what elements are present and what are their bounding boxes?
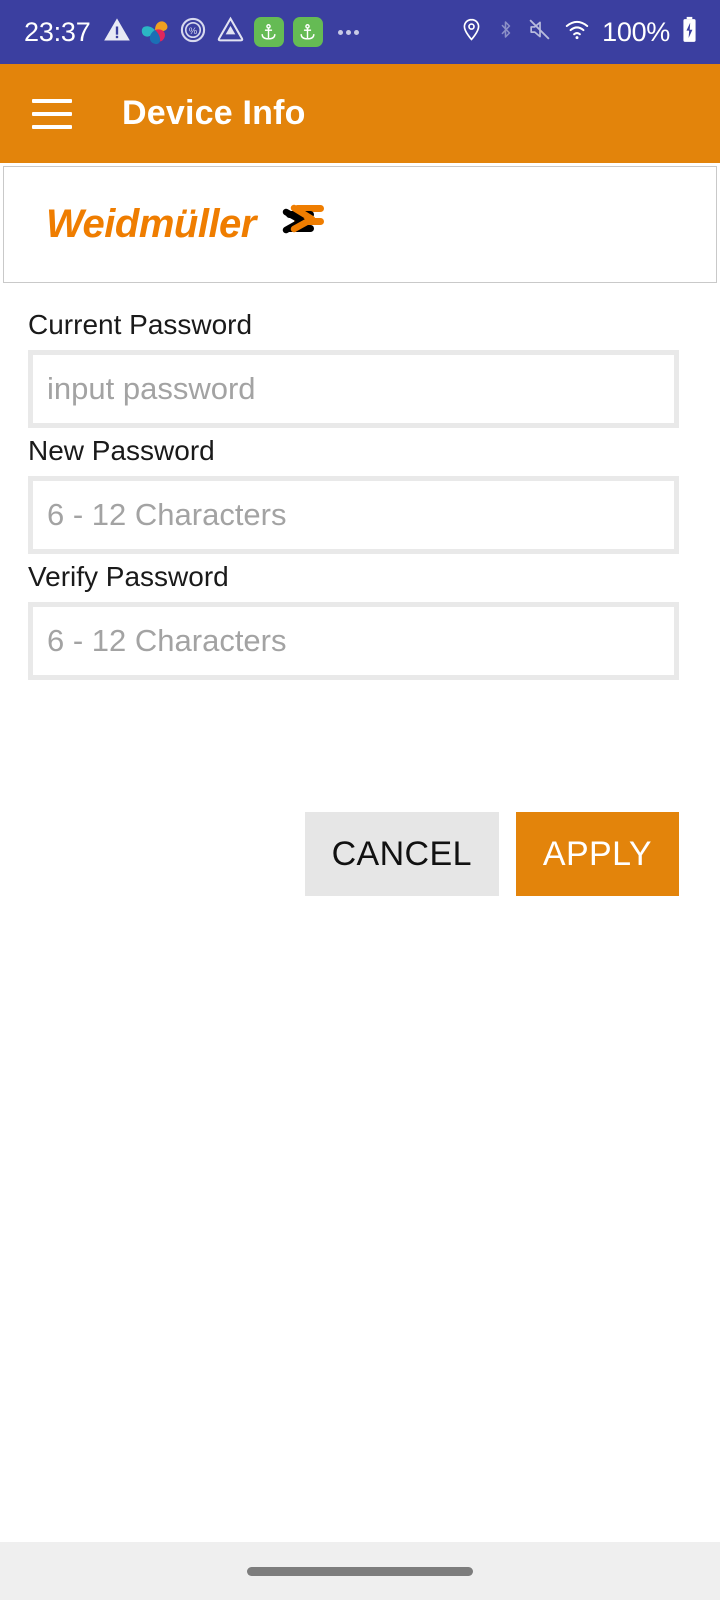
verify-password-input[interactable]: 6 - 12 Characters: [28, 602, 679, 680]
percent-circle-icon: %: [179, 16, 207, 49]
brand-card: Weidmüller: [3, 166, 717, 283]
location-pin-icon: [459, 17, 484, 47]
wifi-icon: [563, 17, 591, 47]
weidmuller-mark-icon: [272, 201, 326, 248]
page-title: Device Info: [122, 94, 306, 132]
battery-percent-label: 100%: [602, 16, 670, 47]
svg-text:%: %: [188, 26, 196, 36]
app-screen: 23:37 % 100% Device Info Weidmüller Curr…: [0, 0, 720, 1600]
apply-button[interactable]: APPLY: [515, 812, 679, 896]
password-form: Current Password input password New Pass…: [0, 309, 720, 680]
current-password-label: Current Password: [28, 309, 253, 340]
status-bar-left-group: 23:37 %: [24, 15, 359, 50]
current-password-input[interactable]: input password: [28, 350, 679, 428]
more-notifications-icon: [337, 29, 359, 35]
status-bar: 23:37 % 100%: [0, 0, 720, 64]
verify-password-label: Verify Password: [28, 561, 229, 592]
current-password-placeholder: input password: [47, 371, 256, 406]
menu-icon-bar: [32, 98, 72, 103]
status-bar-right-group: 100%: [459, 16, 698, 48]
bluetooth-icon: [495, 17, 516, 47]
anchor-badge-icon: [253, 17, 284, 47]
action-button-row: CANCEL APPLY: [0, 812, 720, 896]
brand-logo-text: Weidmüller: [46, 202, 256, 246]
system-navigation-bar: [0, 1542, 720, 1600]
warning-triangle-icon: [103, 16, 131, 49]
menu-icon[interactable]: [32, 98, 72, 129]
new-password-label: New Password: [28, 435, 215, 466]
battery-charging-icon: [681, 16, 698, 48]
cancel-button[interactable]: CANCEL: [304, 812, 499, 896]
pinwheel-app-icon: [140, 15, 170, 50]
status-bar-clock: 23:37: [24, 16, 91, 47]
weidmuller-logo: Weidmüller: [46, 201, 326, 248]
triangle-alert-app-icon: [216, 15, 245, 49]
menu-icon-bar: [32, 124, 72, 129]
app-bar: Device Info: [0, 64, 720, 163]
anchor-badge-icon: [292, 17, 323, 47]
new-password-input[interactable]: 6 - 12 Characters: [28, 476, 679, 554]
new-password-placeholder: 6 - 12 Characters: [47, 497, 287, 532]
sound-muted-icon: [527, 17, 552, 47]
menu-icon-bar: [32, 111, 72, 116]
home-gesture-handle[interactable]: [247, 1566, 473, 1576]
verify-password-placeholder: 6 - 12 Characters: [47, 623, 287, 658]
